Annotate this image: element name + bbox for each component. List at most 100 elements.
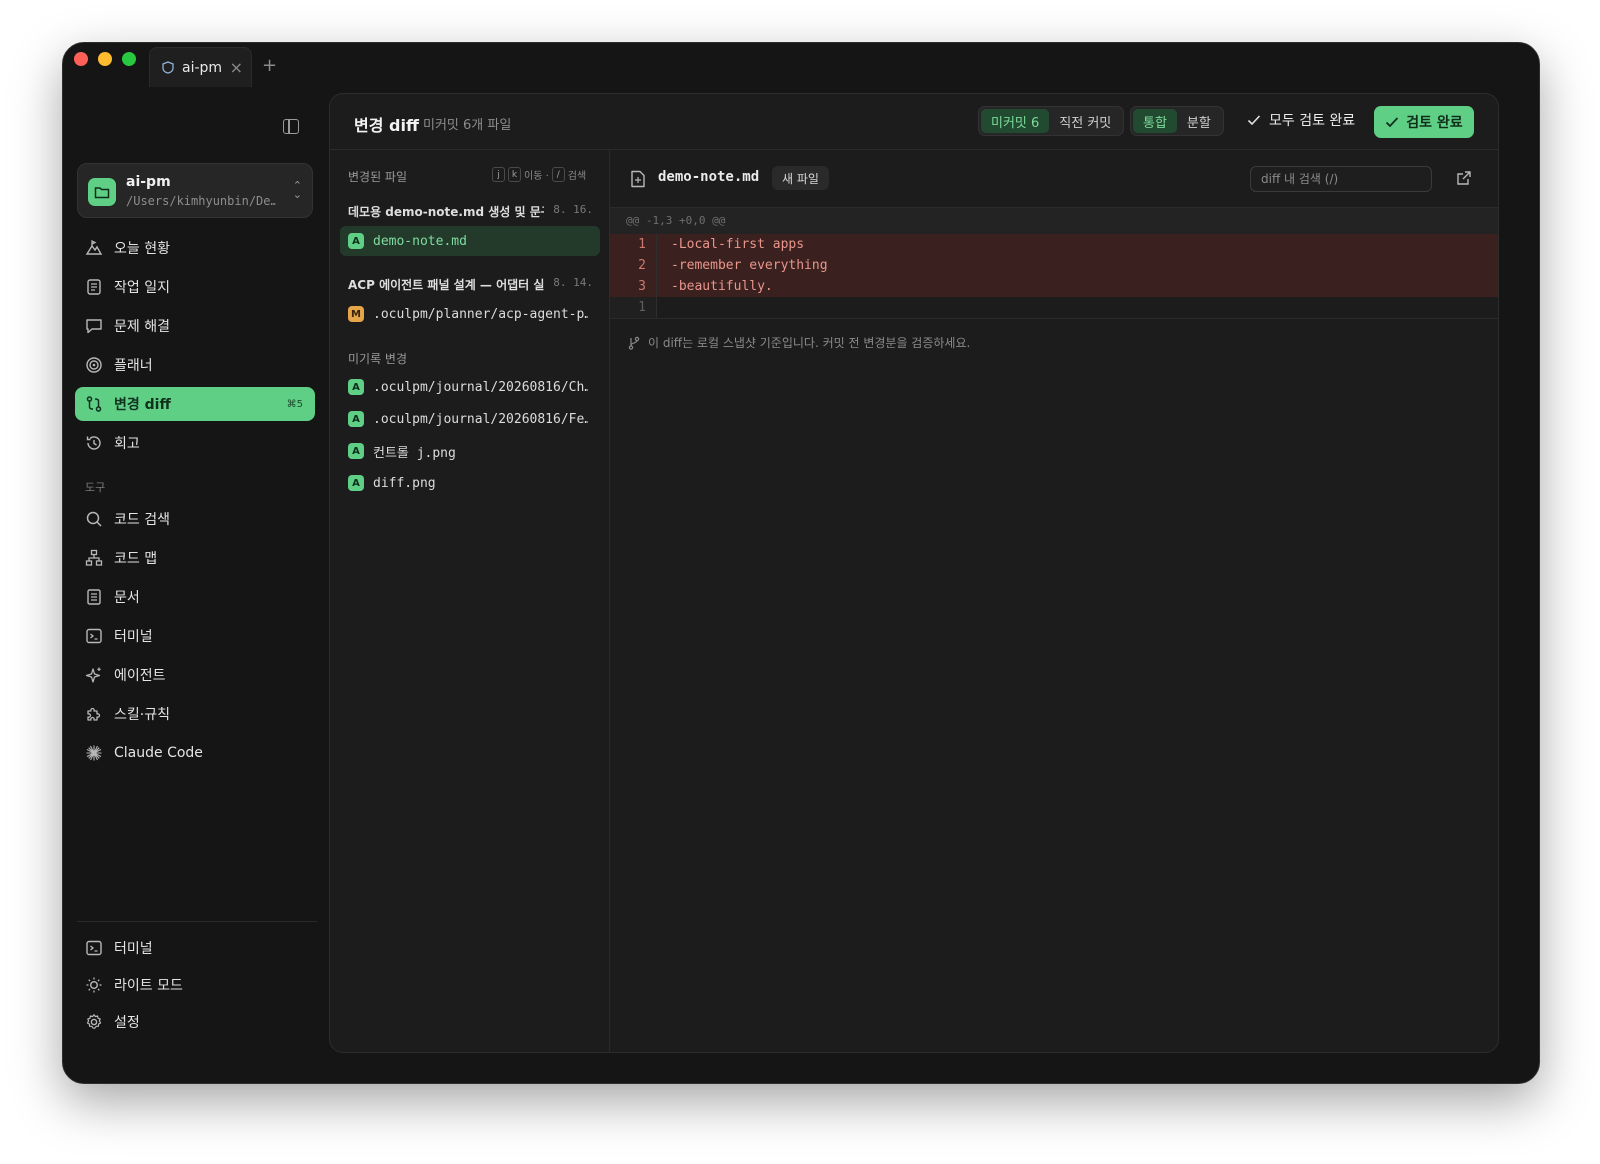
tab-ai-pm[interactable]: ai-pm × xyxy=(149,47,252,87)
search-icon xyxy=(85,510,103,528)
status-badge: A xyxy=(348,233,364,249)
file-name: .oculpm/journal/20260816/Ch… xyxy=(373,379,588,395)
diff-line-removed: 3 -beautifully. xyxy=(610,276,1498,297)
diff-line-context: 1 xyxy=(610,297,1498,318)
tab-title: ai-pm xyxy=(182,59,223,76)
nav-item-journal[interactable]: 작업 일지 xyxy=(75,270,315,304)
tab-uncommitted[interactable]: 미커밋 6 xyxy=(981,109,1050,133)
tab-split[interactable]: 분할 xyxy=(1177,109,1221,133)
nav-label: 오늘 현황 xyxy=(114,241,170,257)
review-all-button[interactable]: 모두 검토 완료 xyxy=(1247,110,1355,130)
window-maximize-button[interactable] xyxy=(122,52,136,66)
new-file-badge: 새 파일 xyxy=(772,166,829,190)
history-icon xyxy=(85,434,103,452)
terminal-icon xyxy=(85,939,103,957)
keyboard-hints: j k 이동 · / 검색 xyxy=(492,167,586,182)
commit-date: 8. 16. xyxy=(553,203,593,216)
kbd-slash: / xyxy=(551,167,565,182)
nav-label: 라이트 모드 xyxy=(114,978,183,994)
nav-item-skills-rules[interactable]: 스킬·규칙 xyxy=(75,697,315,731)
diff-viewer: demo-note.md 새 파일 @@ -1,3 +0,0 @@ 1 -Loc… xyxy=(610,150,1498,1052)
nav-item-settings[interactable]: 설정 xyxy=(75,1005,315,1039)
nav-item-light-mode[interactable]: 라이트 모드 xyxy=(75,968,315,1002)
asterisk-icon xyxy=(85,744,103,762)
main-panel: 변경 diff 미커밋 6개 파일 미커밋 6 직전 커밋 통합 분할 모두 검… xyxy=(329,93,1499,1053)
nav-item-docs[interactable]: 문서 xyxy=(75,580,315,614)
nav-label: 설정 xyxy=(114,1015,140,1031)
tab-last-commit[interactable]: 직전 커밋 xyxy=(1049,109,1121,133)
kbd-j: j xyxy=(492,167,505,182)
nav-item-code-map[interactable]: 코드 맵 xyxy=(75,541,315,575)
window-minimize-button[interactable] xyxy=(98,52,112,66)
sidebar: ai-pm /Users/kimhyunbin/De… ⌃ ⌄ 오늘 현황 작업 … xyxy=(63,93,330,1083)
nav-label: 코드 검색 xyxy=(114,512,170,528)
nav-item-terminal-bottom[interactable]: 터미널 xyxy=(75,931,315,965)
line-number: 1 xyxy=(610,234,656,255)
terminal-icon xyxy=(85,627,103,645)
tab-close-button[interactable]: × xyxy=(230,58,243,77)
nav-label: 문제 해결 xyxy=(114,319,170,335)
nav-item-diff[interactable]: 변경 diff ⌘5 xyxy=(75,387,315,421)
file-row[interactable]: M .oculpm/planner/acp-agent-p… xyxy=(340,299,600,329)
file-row[interactable]: A .oculpm/journal/20260816/Fe… xyxy=(340,404,600,434)
nav-item-agent[interactable]: 에이전트 xyxy=(75,658,315,692)
nav-label: 에이전트 xyxy=(114,668,166,684)
file-diff-icon xyxy=(631,170,645,188)
nav-item-planner[interactable]: 플래너 xyxy=(75,348,315,382)
sidebar-divider xyxy=(77,921,317,922)
external-link-icon[interactable] xyxy=(1456,170,1472,186)
diff-icon xyxy=(85,395,103,413)
workspace-switcher[interactable]: ai-pm /Users/kimhyunbin/De… ⌃ ⌄ xyxy=(77,163,313,218)
nav-label: 코드 맵 xyxy=(114,551,158,567)
nav-item-code-search[interactable]: 코드 검색 xyxy=(75,502,315,536)
line-number: 2 xyxy=(610,255,656,276)
file-row-selected[interactable]: A demo-note.md xyxy=(340,226,600,256)
puzzle-icon xyxy=(85,705,103,723)
sun-icon xyxy=(85,976,103,994)
kbd-k: k xyxy=(508,167,521,182)
file-row[interactable]: A .oculpm/journal/20260816/Ch… xyxy=(340,372,600,402)
diff-header: demo-note.md 새 파일 xyxy=(610,150,1498,208)
title-bar: ai-pm × + xyxy=(63,43,1539,93)
sidebar-toggle-icon[interactable] xyxy=(283,119,299,134)
nav-label: 문서 xyxy=(114,590,140,606)
review-done-button[interactable]: 검토 완료 xyxy=(1374,106,1474,138)
commit-date: 8. 14. xyxy=(553,276,593,289)
shield-icon xyxy=(162,61,174,74)
workspace-name: ai-pm xyxy=(126,174,171,190)
status-badge: A xyxy=(348,411,364,427)
check-icon xyxy=(1247,115,1261,126)
commit-group[interactable]: 데모용 demo-note.md 생성 및 문구… 8. 16. xyxy=(348,203,593,220)
main-header: 변경 diff 미커밋 6개 파일 미커밋 6 직전 커밋 통합 분할 모두 검… xyxy=(330,94,1498,150)
file-row[interactable]: A diff.png xyxy=(340,468,600,498)
commit-group[interactable]: ACP 에이전트 패널 설계 — 어댑터 실… 8. 14. xyxy=(348,276,593,293)
tab-unified[interactable]: 통합 xyxy=(1133,109,1177,133)
line-number: 1 xyxy=(610,297,656,318)
sparkle-icon xyxy=(85,666,103,684)
diff-lines: 1 -Local-first apps 2 -remember everythi… xyxy=(610,234,1498,318)
line-code: -remember everything xyxy=(671,258,828,273)
nav-label: 변경 diff xyxy=(114,397,171,413)
nav-item-troubleshoot[interactable]: 문제 해결 xyxy=(75,309,315,343)
target-icon xyxy=(85,356,103,374)
nav-item-today[interactable]: 오늘 현황 xyxy=(75,231,315,265)
nav-label: Claude Code xyxy=(114,745,203,761)
new-tab-button[interactable]: + xyxy=(262,55,277,76)
page-title: 변경 diff xyxy=(354,116,419,135)
status-badge: M xyxy=(348,306,364,322)
nav-item-retro[interactable]: 회고 xyxy=(75,426,315,460)
nav-item-claude-code[interactable]: Claude Code xyxy=(75,736,315,770)
commit-title: ACP 에이전트 패널 설계 — 어댑터 실… xyxy=(348,278,544,292)
nav-label: 회고 xyxy=(114,436,140,452)
window-close-button[interactable] xyxy=(74,52,88,66)
line-number: 3 xyxy=(610,276,656,297)
diff-search-input[interactable] xyxy=(1250,166,1432,192)
hint-search: 검색 xyxy=(567,171,587,182)
diff-divider xyxy=(610,318,1498,319)
scope-segmented-control: 미커밋 6 직전 커밋 xyxy=(978,106,1125,136)
sitemap-icon xyxy=(85,549,103,567)
nav-item-terminal[interactable]: 터미널 xyxy=(75,619,315,653)
changed-files-heading: 변경된 파일 xyxy=(348,170,408,184)
file-row[interactable]: A 컨트롤 j.png xyxy=(340,436,600,466)
